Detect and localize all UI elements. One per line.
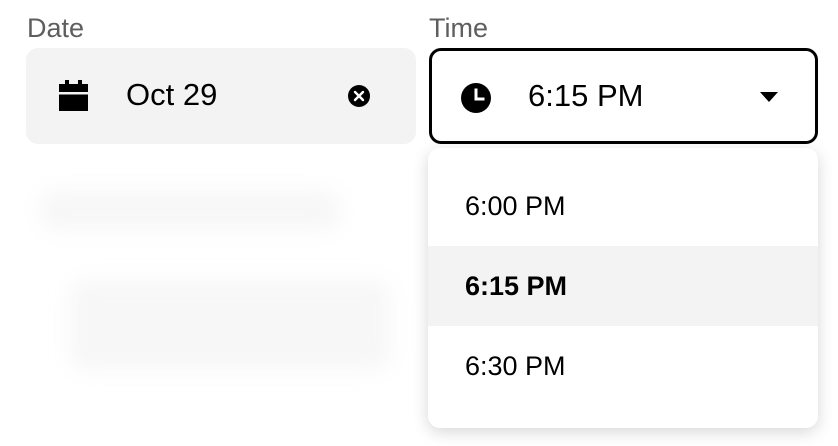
date-field[interactable]: Oct 29 [26, 48, 416, 144]
time-option[interactable]: 6:00 PM [428, 166, 818, 246]
time-select[interactable]: 6:15 PM [429, 48, 818, 144]
time-label: Time [429, 13, 488, 43]
date-label: Date [27, 13, 85, 43]
calendar-icon [57, 80, 90, 112]
time-value: 6:15 PM [528, 78, 644, 113]
time-option-selected[interactable]: 6:15 PM [428, 246, 818, 326]
date-value: Oct 29 [126, 77, 218, 112]
time-dropdown: 6:00 PM 6:15 PM 6:30 PM [428, 148, 818, 428]
clear-icon[interactable] [348, 85, 370, 107]
background-blur [70, 280, 390, 370]
background-blur [40, 190, 340, 230]
clock-icon [460, 82, 492, 114]
caret-down-icon[interactable] [758, 90, 780, 104]
time-option[interactable]: 6:30 PM [428, 326, 818, 406]
date-time-picker: Date Time Oct 29 6:15 PM 6:00 PM 6:15 PM… [0, 0, 838, 446]
